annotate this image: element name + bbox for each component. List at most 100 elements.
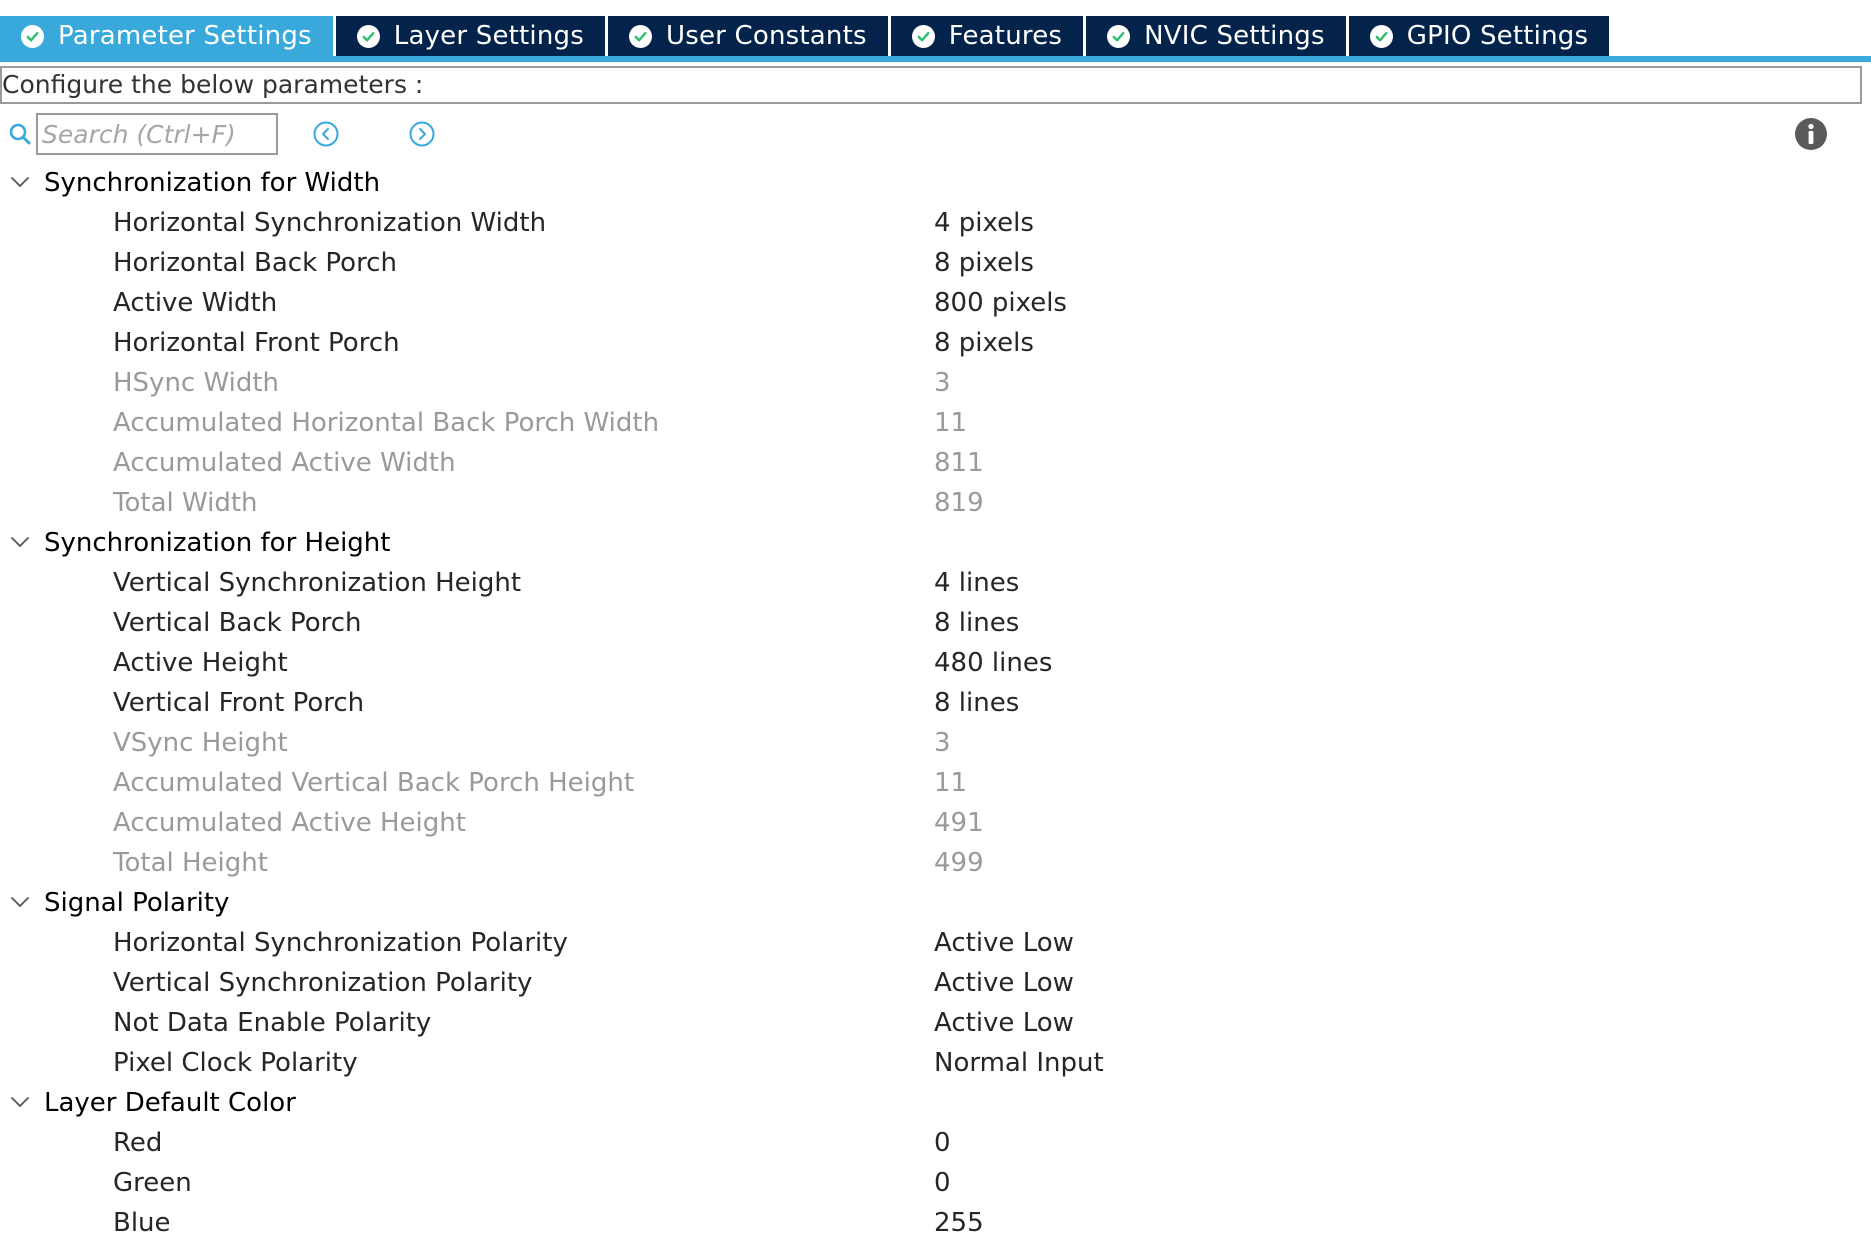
param-row-readonly: Accumulated Active Height 491 xyxy=(0,803,1871,843)
param-value[interactable]: 4 pixels xyxy=(934,203,1034,243)
param-row[interactable]: Not Data Enable Polarity Active Low xyxy=(0,1003,1871,1043)
param-row[interactable]: Vertical Synchronization Height 4 lines xyxy=(0,563,1871,603)
param-value: 3 xyxy=(934,728,951,758)
param-row[interactable]: Vertical Back Porch 8 lines xyxy=(0,603,1871,643)
param-name: Vertical Back Porch xyxy=(113,608,362,638)
param-name: Accumulated Active Height xyxy=(113,808,466,838)
param-value[interactable]: Active Low xyxy=(934,923,1074,963)
param-value[interactable]: 8 lines xyxy=(934,603,1019,643)
search-input[interactable] xyxy=(36,113,278,155)
param-row-readonly: Accumulated Horizontal Back Porch Width … xyxy=(0,403,1871,443)
param-row[interactable]: Horizontal Synchronization Width 4 pixel… xyxy=(0,203,1871,243)
chevron-down-icon[interactable] xyxy=(10,175,30,189)
tab-gpio-settings[interactable]: GPIO Settings xyxy=(1348,16,1610,56)
group-title: Synchronization for Height xyxy=(44,528,391,558)
chevron-down-icon[interactable] xyxy=(10,895,30,909)
param-name: Accumulated Horizontal Back Porch Width xyxy=(113,408,660,438)
param-name: Blue xyxy=(113,1208,171,1238)
tab-list: Parameter Settings Layer Settings User C… xyxy=(0,16,1612,56)
check-circle-icon xyxy=(1369,24,1393,48)
param-value[interactable]: 8 pixels xyxy=(934,323,1034,363)
param-row[interactable]: Vertical Front Porch 8 lines xyxy=(0,683,1871,723)
param-row-readonly: HSync Width 3 xyxy=(0,363,1871,403)
param-row-readonly: Accumulated Active Width 811 xyxy=(0,443,1871,483)
group-signal-polarity[interactable]: Signal Polarity xyxy=(0,883,1871,923)
param-value[interactable]: 800 pixels xyxy=(934,283,1067,323)
param-value[interactable]: 8 pixels xyxy=(934,243,1034,283)
param-row[interactable]: Green 0 xyxy=(0,1163,1871,1203)
check-circle-icon xyxy=(356,24,380,48)
param-name: Vertical Synchronization Polarity xyxy=(113,968,533,998)
param-name: Pixel Clock Polarity xyxy=(113,1048,358,1078)
param-row[interactable]: Vertical Synchronization Polarity Active… xyxy=(0,963,1871,1003)
param-value: 819 xyxy=(934,488,984,518)
param-name: Active Width xyxy=(113,288,278,318)
tab-bar: Parameter Settings Layer Settings User C… xyxy=(0,0,1871,62)
param-name: Total Height xyxy=(113,848,268,878)
param-name: Accumulated Active Width xyxy=(113,448,456,478)
param-value: 11 xyxy=(934,408,968,438)
param-value[interactable]: Normal Input xyxy=(934,1043,1104,1083)
param-row[interactable]: Horizontal Synchronization Polarity Acti… xyxy=(0,923,1871,963)
tab-layer-settings[interactable]: Layer Settings xyxy=(335,16,605,56)
tab-label: GPIO Settings xyxy=(1406,21,1589,51)
param-row-readonly: Total Width 819 xyxy=(0,483,1871,523)
group-synchronization-height[interactable]: Synchronization for Height xyxy=(0,523,1871,563)
group-title: Layer Default Color xyxy=(44,1088,296,1118)
chevron-down-icon[interactable] xyxy=(10,1095,30,1109)
param-value[interactable]: 480 lines xyxy=(934,643,1052,683)
param-value[interactable]: 0 xyxy=(934,1163,951,1203)
search-icon xyxy=(9,123,31,145)
tab-nvic-settings[interactable]: NVIC Settings xyxy=(1086,16,1346,56)
param-name: Vertical Front Porch xyxy=(113,688,365,718)
param-row[interactable]: Active Width 800 pixels xyxy=(0,283,1871,323)
param-row[interactable]: Horizontal Front Porch 8 pixels xyxy=(0,323,1871,363)
param-name: Vertical Synchronization Height xyxy=(113,568,522,598)
param-row[interactable]: Horizontal Back Porch 8 pixels xyxy=(0,243,1871,283)
param-value[interactable]: Active Low xyxy=(934,963,1074,1003)
param-value[interactable]: 255 xyxy=(934,1203,984,1243)
param-row[interactable]: Red 0 xyxy=(0,1123,1871,1163)
param-row[interactable]: Active Height 480 lines xyxy=(0,643,1871,683)
param-name: Horizontal Synchronization Polarity xyxy=(113,928,568,958)
param-name: Active Height xyxy=(113,648,288,678)
param-row-readonly: Total Height 499 xyxy=(0,843,1871,883)
param-value[interactable]: Active Low xyxy=(934,1003,1074,1043)
param-row[interactable]: Pixel Clock Polarity Normal Input xyxy=(0,1043,1871,1083)
param-name: Horizontal Synchronization Width xyxy=(113,208,547,238)
param-value: 11 xyxy=(934,768,968,798)
tab-parameter-settings[interactable]: Parameter Settings xyxy=(0,16,333,56)
param-row-readonly: Accumulated Vertical Back Porch Height 1… xyxy=(0,763,1871,803)
param-name: Not Data Enable Polarity xyxy=(113,1008,432,1038)
param-row-readonly: VSync Height 3 xyxy=(0,723,1871,763)
param-value[interactable]: 8 lines xyxy=(934,683,1019,723)
check-circle-icon xyxy=(1107,24,1131,48)
tab-underline xyxy=(0,56,1871,62)
tab-label: Parameter Settings xyxy=(58,21,312,51)
group-layer-default-color[interactable]: Layer Default Color xyxy=(0,1083,1871,1123)
param-row[interactable]: Blue 255 xyxy=(0,1203,1871,1243)
group-synchronization-width[interactable]: Synchronization for Width xyxy=(0,163,1871,203)
tab-user-constants[interactable]: User Constants xyxy=(607,16,888,56)
param-name: HSync Width xyxy=(113,368,280,398)
tab-label: User Constants xyxy=(665,21,867,51)
tab-label: NVIC Settings xyxy=(1144,21,1325,51)
param-name: Red xyxy=(113,1128,163,1158)
info-icon[interactable] xyxy=(1794,117,1828,151)
chevron-left-circle-icon[interactable] xyxy=(312,120,340,148)
param-value: 3 xyxy=(934,368,951,398)
param-name: Total Width xyxy=(113,488,258,518)
chevron-right-circle-icon[interactable] xyxy=(408,120,436,148)
configure-description: Configure the below parameters : xyxy=(0,66,1862,104)
param-name: VSync Height xyxy=(113,728,288,758)
group-title: Synchronization for Width xyxy=(44,168,381,198)
check-circle-icon xyxy=(628,24,652,48)
param-name: Green xyxy=(113,1168,192,1198)
parameter-tree: Synchronization for Width Horizontal Syn… xyxy=(0,163,1871,1243)
param-value[interactable]: 4 lines xyxy=(934,563,1019,603)
tab-label: Features xyxy=(948,21,1063,51)
parameter-settings-panel: Parameter Settings Layer Settings User C… xyxy=(0,0,1871,1252)
param-value[interactable]: 0 xyxy=(934,1123,951,1163)
tab-features[interactable]: Features xyxy=(890,16,1084,56)
chevron-down-icon[interactable] xyxy=(10,535,30,549)
